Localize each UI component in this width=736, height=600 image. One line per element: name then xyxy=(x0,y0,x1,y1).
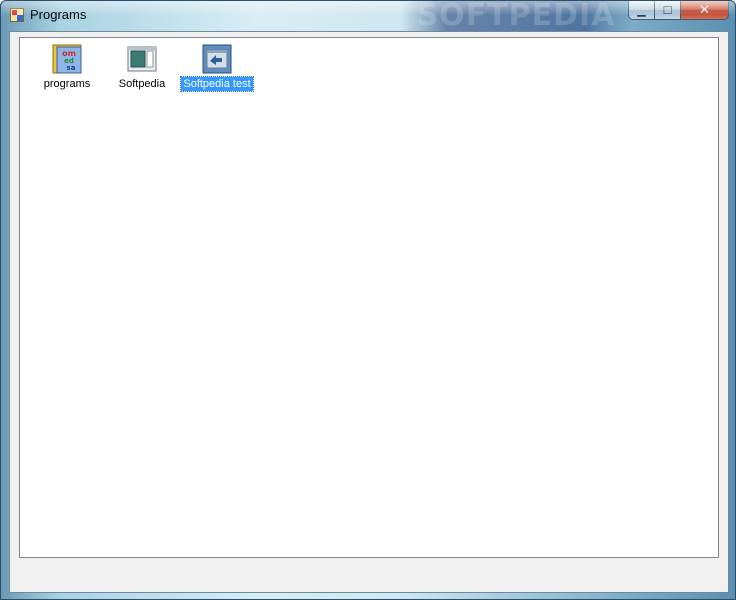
close-button[interactable]: ✕ xyxy=(681,1,729,20)
window-title: Programs xyxy=(30,7,87,22)
item-label: programs xyxy=(43,78,91,90)
softpedia-watermark: SOFTPEDIA xyxy=(401,1,631,31)
list-item-programs[interactable]: om ed sa programs xyxy=(29,40,105,94)
item-label: Softpedia xyxy=(118,78,166,90)
minimize-button[interactable]: ▁ xyxy=(628,1,655,20)
list-item-softpedia[interactable]: Softpedia xyxy=(104,40,180,94)
title-bar[interactable]: SOFTPEDIA Programs ▁ ☐ ✕ xyxy=(1,1,735,31)
maximize-button[interactable]: ☐ xyxy=(655,1,681,20)
window-controls: ▁ ☐ ✕ xyxy=(628,1,729,21)
programs-app-icon: om ed sa xyxy=(52,44,82,74)
programs-list-view[interactable]: om ed sa programs Softpedia Softpedia te… xyxy=(19,37,719,558)
shortcut-app-icon xyxy=(202,44,232,74)
svg-text:sa: sa xyxy=(67,64,76,72)
window-app-icon xyxy=(127,46,157,72)
list-item-softpedia-test[interactable]: Softpedia test xyxy=(179,40,255,94)
item-label: Softpedia test xyxy=(180,76,254,92)
programs-window: SOFTPEDIA Programs ▁ ☐ ✕ om ed sa progra… xyxy=(0,0,736,600)
app-icon[interactable] xyxy=(10,8,24,22)
client-area: om ed sa programs Softpedia Softpedia te… xyxy=(9,31,729,593)
